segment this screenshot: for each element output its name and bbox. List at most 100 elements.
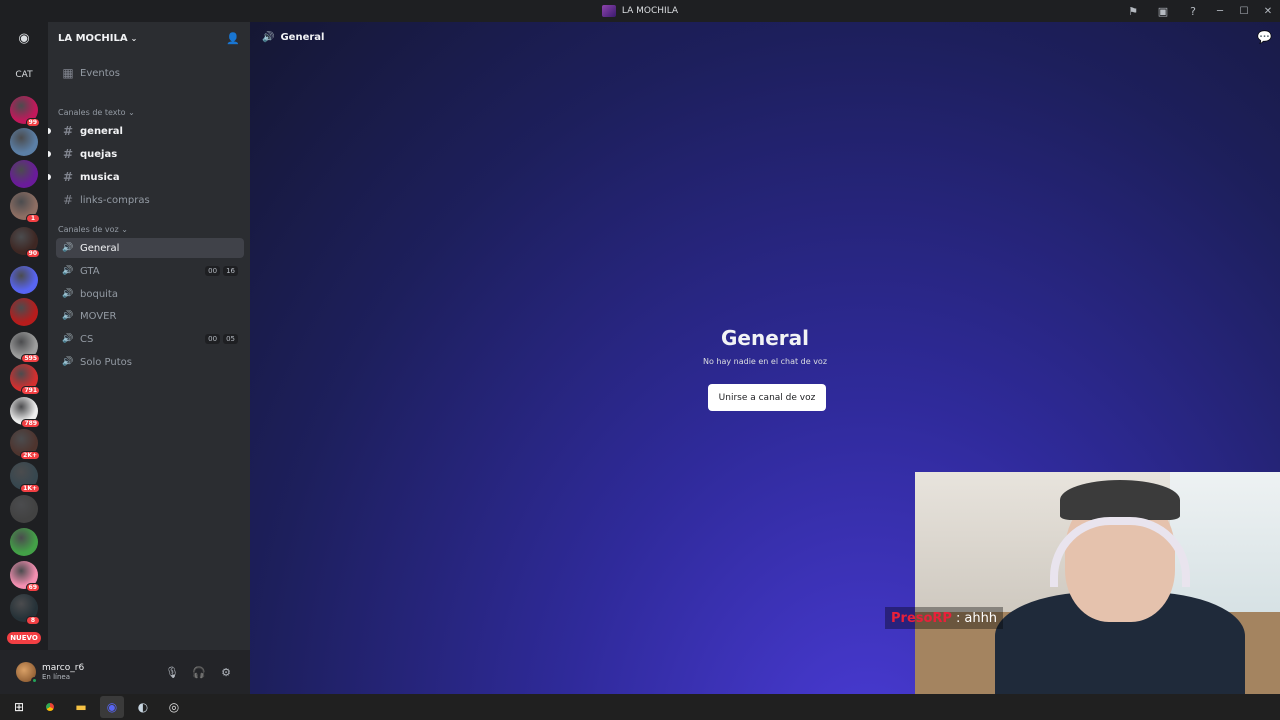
server-avatar bbox=[10, 266, 38, 294]
mention-badge: 791 bbox=[21, 386, 40, 395]
guild-name: LA MOCHILA bbox=[58, 32, 128, 44]
channel-label: General bbox=[80, 242, 120, 254]
events-label: Eventos bbox=[80, 67, 120, 79]
mention-badge: 99 bbox=[25, 118, 40, 127]
minimize-button[interactable]: ─ bbox=[1208, 0, 1232, 22]
server-icon[interactable]: 595 bbox=[10, 332, 40, 363]
settings-gear-icon[interactable]: ⚙ bbox=[218, 664, 234, 680]
server-icon[interactable]: 8 bbox=[10, 594, 40, 625]
help-icon[interactable]: ? bbox=[1186, 4, 1200, 18]
online-status-icon bbox=[31, 677, 38, 684]
voice-channel-cs[interactable]: 🔊 CS 00 05 bbox=[56, 329, 244, 349]
voice-channel-mover[interactable]: 🔊 MOVER bbox=[56, 306, 244, 326]
hash-icon: # bbox=[62, 147, 74, 161]
speaker-icon: 🔊 bbox=[262, 31, 275, 43]
title-bar: LA MOCHILA ⚑ ▣ ? ─ ☐ ✕ bbox=[0, 0, 1280, 22]
hash-icon: # bbox=[62, 193, 74, 207]
chevron-down-icon: ⌄ bbox=[130, 33, 138, 43]
user-limit-badge: 00 16 bbox=[205, 266, 238, 276]
chat-text: ahhh bbox=[964, 610, 998, 626]
avatar[interactable] bbox=[16, 662, 38, 684]
speaker-icon: 🔊 bbox=[62, 289, 74, 299]
windows-start-icon[interactable]: ⊞ bbox=[7, 696, 31, 718]
server-icon[interactable] bbox=[10, 495, 38, 523]
channel-label: Solo Putos bbox=[80, 356, 132, 368]
voice-category-label: Canales de voz bbox=[58, 225, 119, 234]
voice-category[interactable]: Canales de voz ⌄ bbox=[58, 225, 128, 234]
text-category-label: Canales de texto bbox=[58, 108, 126, 117]
server-icon[interactable]: 791 bbox=[10, 364, 40, 395]
mention-badge: 8 bbox=[26, 616, 40, 625]
text-channel-links-compras[interactable]: # links-compras bbox=[56, 190, 244, 210]
text-channel-musica[interactable]: # musica bbox=[48, 167, 244, 187]
mention-badge: 2K+ bbox=[20, 451, 40, 460]
taskbar: ⊞ ▬ ◉ ◐ ◎ bbox=[0, 694, 1280, 720]
join-voice-button[interactable]: Unirse a canal de voz bbox=[708, 384, 826, 411]
user-count: 05 bbox=[223, 334, 238, 344]
voice-channel-boquita[interactable]: 🔊 boquita bbox=[56, 284, 244, 304]
headphones-icon[interactable]: 🎧 bbox=[191, 664, 207, 680]
server-avatar bbox=[10, 528, 38, 556]
channel-name: General bbox=[280, 31, 325, 43]
calendar-icon: ▦ bbox=[62, 66, 74, 80]
user-panel: marco_r6 En línea bbox=[0, 650, 250, 694]
unread-indicator bbox=[48, 151, 51, 157]
server-rail: ◉ CAT NUEVO 99 1 90 595 791 789 2K+ 1K+ 69 8 bbox=[0, 22, 48, 694]
chat-bubble-icon[interactable]: 💬 bbox=[1257, 30, 1272, 44]
steam-icon[interactable]: ◐ bbox=[131, 696, 155, 718]
server-icon[interactable] bbox=[10, 298, 38, 326]
server-icon[interactable] bbox=[10, 528, 38, 556]
server-icon[interactable]: 99 bbox=[10, 96, 40, 127]
voice-channel-solo-putos[interactable]: 🔊 Solo Putos bbox=[56, 352, 244, 372]
channel-label: boquita bbox=[80, 288, 118, 300]
server-icon[interactable] bbox=[10, 128, 38, 156]
user-count: 00 bbox=[205, 266, 221, 276]
chat-separator: : bbox=[955, 610, 961, 626]
folder-label[interactable]: CAT bbox=[0, 70, 48, 80]
stream-chat-message: PresoRP : ahhh bbox=[885, 607, 1004, 629]
discord-icon[interactable]: ◉ bbox=[100, 696, 124, 718]
user-status: En línea bbox=[42, 673, 71, 681]
channel-label: general bbox=[80, 125, 123, 137]
file-explorer-icon[interactable]: ▬ bbox=[69, 696, 93, 718]
mention-badge: 595 bbox=[21, 354, 40, 363]
unread-indicator bbox=[48, 174, 51, 180]
microphone-icon[interactable]: 🎙 bbox=[164, 664, 180, 680]
chevron-down-icon: ⌄ bbox=[121, 225, 128, 234]
chat-username: PresoRP bbox=[891, 610, 952, 626]
channel-header: 🔊 General bbox=[250, 22, 1280, 52]
server-icon[interactable]: 2K+ bbox=[10, 429, 40, 460]
server-logo-icon bbox=[601, 5, 616, 17]
text-category[interactable]: Canales de texto ⌄ bbox=[58, 108, 135, 117]
maximize-button[interactable]: ☐ bbox=[1232, 0, 1256, 22]
text-channel-general[interactable]: # general bbox=[48, 121, 244, 141]
events-item[interactable]: ▦ Eventos bbox=[56, 63, 244, 83]
discord-icon[interactable]: ◉ bbox=[14, 30, 34, 46]
server-icon[interactable]: 69 bbox=[10, 561, 40, 592]
guild-header[interactable]: LA MOCHILA ⌄ 👤 bbox=[48, 22, 250, 54]
voice-channel-gta[interactable]: 🔊 GTA 00 16 bbox=[56, 261, 244, 281]
mention-badge: 789 bbox=[21, 419, 40, 428]
server-icon[interactable]: 1 bbox=[10, 192, 40, 223]
mention-badge: 90 bbox=[25, 249, 40, 258]
speaker-icon: 🔊 bbox=[62, 357, 74, 367]
server-icon[interactable]: 90 bbox=[10, 227, 40, 258]
server-avatar bbox=[10, 160, 38, 188]
hash-icon: # bbox=[62, 170, 74, 184]
mention-badge: 1 bbox=[26, 214, 40, 223]
server-icon[interactable]: 1K+ bbox=[10, 462, 40, 493]
invite-people-icon[interactable]: 👤 bbox=[226, 32, 240, 45]
server-icon[interactable] bbox=[10, 160, 38, 188]
chrome-icon[interactable] bbox=[38, 696, 62, 718]
close-button[interactable]: ✕ bbox=[1256, 0, 1280, 22]
obs-icon[interactable]: ◎ bbox=[162, 696, 186, 718]
flag-icon[interactable]: ⚑ bbox=[1126, 4, 1140, 18]
server-icon[interactable]: 789 bbox=[10, 397, 40, 428]
voice-channel-general[interactable]: 🔊 General bbox=[56, 238, 244, 258]
text-channel-quejas[interactable]: # quejas bbox=[48, 144, 244, 164]
channel-label: CS bbox=[80, 333, 94, 345]
server-icon[interactable] bbox=[10, 266, 38, 294]
hash-icon: # bbox=[62, 124, 74, 138]
inbox-icon[interactable]: ▣ bbox=[1156, 4, 1170, 18]
voice-channel-heading: General bbox=[721, 326, 809, 350]
